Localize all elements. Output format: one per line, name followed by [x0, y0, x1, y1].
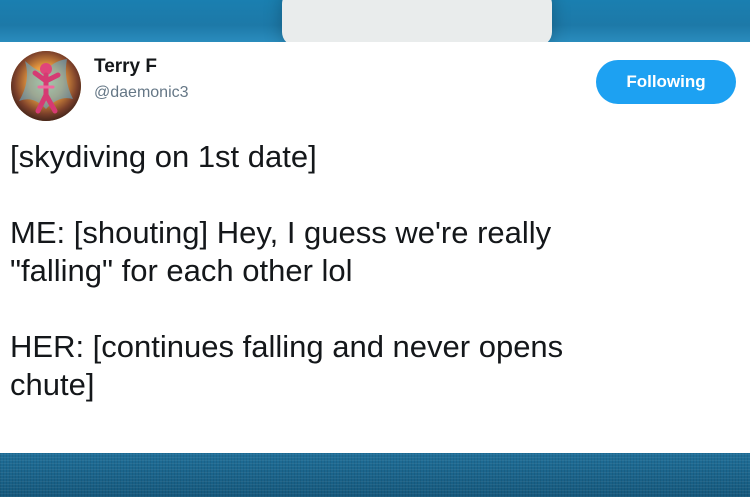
- background-top: [0, 0, 750, 42]
- following-button[interactable]: Following: [596, 60, 736, 104]
- tweet-line: [skydiving on 1st date]: [10, 139, 317, 174]
- background-paper: [282, 0, 552, 42]
- author-name[interactable]: Terry F: [94, 56, 157, 78]
- avatar[interactable]: [11, 51, 81, 121]
- tweet-line: chute]: [10, 367, 95, 402]
- tweet-line: "falling" for each other lol: [10, 253, 353, 288]
- author-handle[interactable]: @daemonic3: [94, 84, 189, 102]
- tweet-line: HER: [continues falling and never opens: [10, 329, 564, 364]
- tweet-line: ME: [shouting] Hey, I guess we're really: [10, 215, 552, 250]
- tweet-card: Terry F @daemonic3 Following [skydiving …: [0, 42, 750, 453]
- avatar-figure-icon: [11, 51, 81, 121]
- background-bottom: [0, 453, 750, 497]
- tweet-text: [skydiving on 1st date] ME: [shouting] H…: [10, 138, 730, 404]
